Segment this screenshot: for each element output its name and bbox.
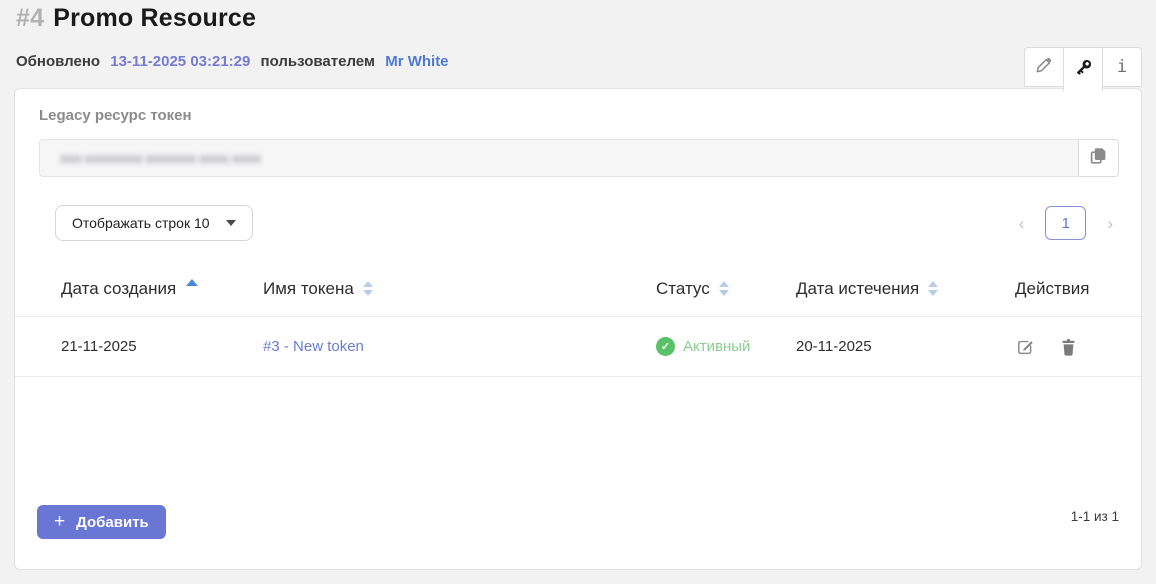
- updated-by-user-link[interactable]: Mr White: [385, 53, 448, 70]
- page-title: #4 Promo Resource: [16, 4, 256, 33]
- chevron-right-icon[interactable]: ›: [1105, 215, 1115, 232]
- resource-tabs: i: [1025, 47, 1142, 91]
- delete-token-button[interactable]: [1059, 337, 1078, 357]
- cell-token-name: #3 - New token: [263, 338, 656, 355]
- column-header-actions: Действия: [1001, 279, 1141, 299]
- chevron-left-icon[interactable]: ‹: [1017, 215, 1027, 232]
- column-header-status[interactable]: Статус: [656, 279, 796, 299]
- info-icon: i: [1117, 57, 1127, 77]
- sort-asc-icon: [186, 279, 198, 286]
- cell-created-date: 21-11-2025: [61, 338, 263, 355]
- column-label: Дата истечения: [796, 279, 919, 299]
- sort-icon: [928, 281, 938, 296]
- rows-per-page-select[interactable]: Отображать строк 10: [55, 205, 253, 241]
- tab-token[interactable]: [1063, 47, 1103, 91]
- pencil-icon: [1034, 55, 1054, 80]
- caret-down-icon: [226, 220, 236, 226]
- legacy-token-field[interactable]: xxx-xxxxxxxx-xxxxxxx-xxxx-xxxx: [39, 139, 1079, 177]
- legacy-token-masked-value: xxx-xxxxxxxx-xxxxxxx-xxxx-xxxx: [60, 150, 261, 166]
- table-row: 21-11-2025 #3 - New token ✓ Активный 20-…: [15, 317, 1141, 377]
- token-name-link[interactable]: #3 - New token: [263, 338, 364, 355]
- check-circle-icon: ✓: [656, 337, 675, 356]
- add-button-label: Добавить: [76, 514, 149, 531]
- page-title-text: Promo Resource: [53, 4, 256, 32]
- cell-status: ✓ Активный: [656, 337, 796, 356]
- results-range: 1-1 из 1: [1071, 509, 1119, 524]
- table-header: Дата создания Имя токена Статус Дата ист…: [15, 261, 1141, 317]
- cell-actions: [1001, 337, 1141, 357]
- column-label: Действия: [1015, 279, 1089, 299]
- pagination: ‹ 1 ›: [1017, 206, 1115, 240]
- copy-icon: [1088, 145, 1109, 171]
- rows-per-page-label: Отображать строк 10: [72, 215, 210, 231]
- updated-by-label: пользователем: [261, 53, 375, 70]
- entity-id: #4: [16, 4, 44, 32]
- copy-token-button[interactable]: [1078, 139, 1119, 177]
- legacy-token-group: xxx-xxxxxxxx-xxxxxxx-xxxx-xxxx: [39, 139, 1119, 177]
- updated-label: Обновлено: [16, 53, 100, 70]
- plus-icon: +: [54, 512, 65, 531]
- edit-token-button[interactable]: [1015, 337, 1035, 357]
- legacy-token-label: Legacy ресурс токен: [39, 107, 192, 124]
- promo-resource-page: #4 Promo Resource Обновлено 13-11-2025 03…: [0, 0, 1156, 584]
- sort-icon: [363, 281, 373, 296]
- updated-info: Обновлено 13-11-2025 03:21:29 пользовате…: [16, 53, 449, 70]
- sort-icon: [719, 281, 729, 296]
- page-number-button[interactable]: 1: [1045, 206, 1086, 240]
- key-icon: [1073, 57, 1094, 83]
- updated-at-link[interactable]: 13-11-2025 03:21:29: [110, 53, 250, 70]
- status-badge: Активный: [683, 338, 750, 355]
- tab-info[interactable]: i: [1102, 47, 1142, 87]
- cell-expiry-date: 20-11-2025: [796, 338, 1001, 355]
- column-label: Имя токена: [263, 279, 354, 299]
- column-label: Дата создания: [61, 279, 176, 299]
- column-header-token-name[interactable]: Имя токена: [263, 279, 656, 299]
- column-header-expiry-date[interactable]: Дата истечения: [796, 279, 1001, 299]
- tab-edit[interactable]: [1024, 47, 1064, 87]
- column-label: Статус: [656, 279, 710, 299]
- token-panel: Legacy ресурс токен xxx-xxxxxxxx-xxxxxxx…: [14, 88, 1142, 570]
- column-header-created-date[interactable]: Дата создания: [61, 279, 263, 299]
- add-token-button[interactable]: + Добавить: [37, 505, 166, 539]
